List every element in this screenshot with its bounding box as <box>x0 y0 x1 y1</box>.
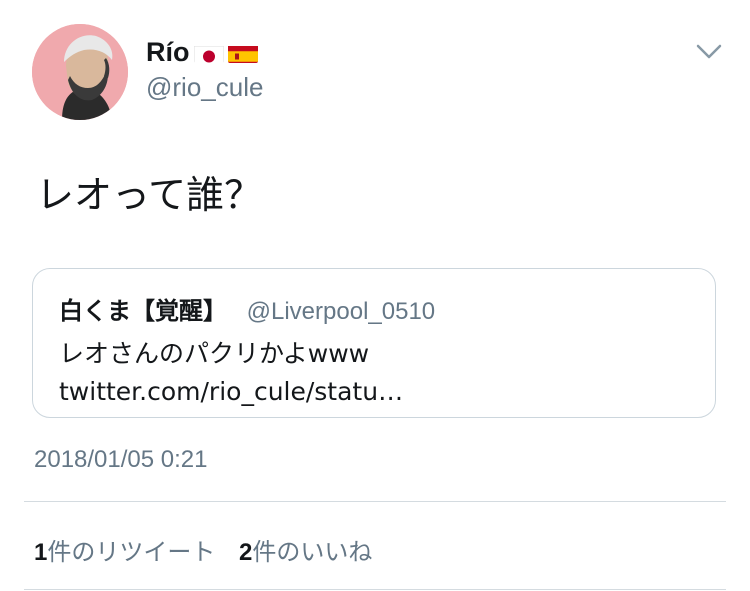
retweet-label: 件のリツイート <box>47 538 216 566</box>
spain-flag-icon <box>227 42 258 63</box>
divider <box>24 501 726 502</box>
quoted-tweet-card[interactable]: 白くま【覚醒】 @Liverpool_0510 レオさんのパクリかよwww tw… <box>32 268 716 418</box>
avatar-portrait-image <box>32 24 128 120</box>
author-display-name[interactable]: Río <box>146 36 190 68</box>
like-label: 件のいいね <box>252 538 373 566</box>
engagement-stats: 1件のリツイート 2件のいいね <box>34 532 388 567</box>
japan-flag-icon <box>193 42 224 63</box>
retweet-count: 1 <box>34 539 48 566</box>
quoted-tweet-header: 白くま【覚醒】 @Liverpool_0510 <box>59 291 435 326</box>
like-count: 2 <box>239 539 253 566</box>
author-handle[interactable]: @rio_cule <box>146 72 263 103</box>
quoted-handle: @Liverpool_0510 <box>246 298 436 325</box>
chevron-down-icon[interactable] <box>696 44 722 60</box>
tweet-text: レオって誰？ <box>36 173 263 217</box>
retweet-stat[interactable]: 1件のリツイート <box>34 538 215 566</box>
divider <box>24 589 726 590</box>
quoted-tweet-text: レオさんのパクリかよwww twitter.com/rio_cule/statu… <box>59 339 404 406</box>
like-stat[interactable]: 2件のいいね <box>239 538 372 566</box>
avatar[interactable] <box>32 24 128 120</box>
tweet-timestamp[interactable]: 2018/01/05 0:21 <box>34 446 208 474</box>
author-display-name-row[interactable]: Río <box>146 36 258 68</box>
quoted-display-name: 白くま【覚醒】 <box>59 297 227 325</box>
